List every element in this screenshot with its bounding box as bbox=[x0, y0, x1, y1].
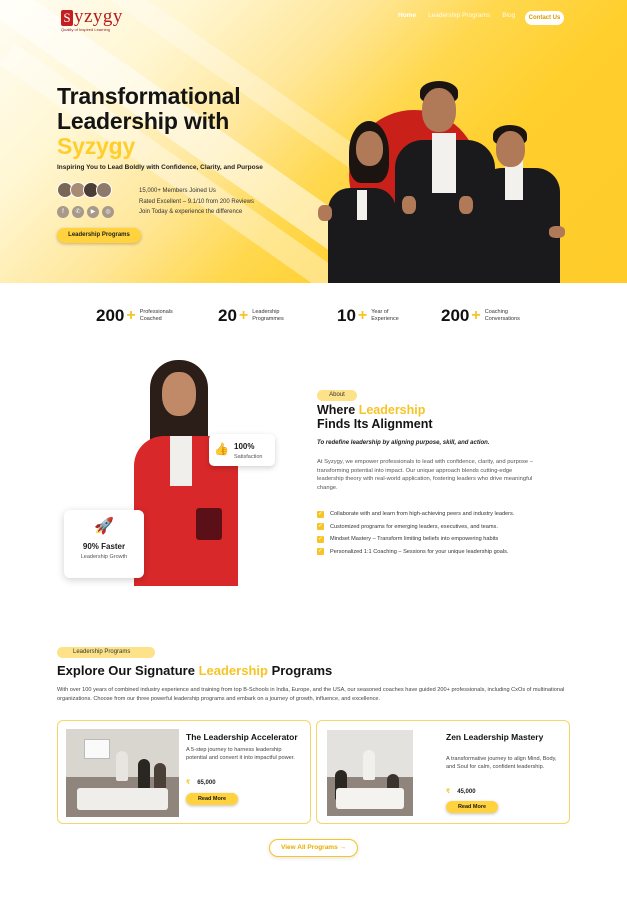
check-icon: ✓ bbox=[317, 535, 324, 543]
satisfaction-label: Satisfaction bbox=[234, 454, 263, 460]
coach-figure bbox=[459, 196, 473, 214]
coach-figure bbox=[356, 131, 383, 166]
hero-title-line1: Transformational bbox=[57, 83, 241, 109]
contact-button[interactable]: Contact Us bbox=[525, 11, 564, 25]
stat-label: Year of Experience bbox=[371, 309, 399, 322]
members-count: 15,000+ Members Joined Us bbox=[139, 188, 216, 194]
coach-figure bbox=[549, 226, 565, 238]
list-item: ✓ Customized programs for emerging leader… bbox=[317, 523, 498, 531]
check-icon: ✓ bbox=[317, 510, 324, 518]
program-description: A transformative journey to align Mind, … bbox=[446, 756, 557, 770]
coach-figure bbox=[422, 88, 456, 132]
about-pill: About bbox=[317, 390, 357, 401]
hero-title: Transformational Leadership with Syzygy bbox=[57, 83, 241, 159]
coach-figure bbox=[357, 190, 367, 220]
rupee-icon: ₹ bbox=[186, 780, 191, 786]
about-body: At Syzygy, we empower professionals to l… bbox=[317, 459, 533, 491]
logo-tagline: Quality of Inspired Learning bbox=[61, 27, 110, 32]
growth-value: 90% Faster bbox=[82, 542, 126, 551]
leadership-programs-button[interactable]: Leadership Programs bbox=[57, 228, 141, 243]
growth-card: 🚀 90% Faster Leadership Growth bbox=[64, 510, 144, 578]
about-checklist: ✓ Collaborate with and learn from high-ac… bbox=[317, 508, 514, 558]
programs-pill: Leadership Programs bbox=[57, 647, 155, 658]
stat-number: 10 bbox=[337, 306, 356, 325]
stat-number: 200 bbox=[96, 306, 125, 325]
nav-home[interactable]: Home bbox=[398, 12, 416, 19]
plus-icon: + bbox=[238, 307, 249, 324]
list-item: ✓ Collaborate with and learn from high-ac… bbox=[317, 510, 515, 518]
read-more-button[interactable]: Read More bbox=[186, 793, 238, 805]
brand-logo[interactable]: S yzygy bbox=[61, 6, 123, 27]
figure-folder bbox=[196, 508, 222, 540]
growth-label: Leadership Growth bbox=[80, 554, 128, 560]
hero-title-highlight: Syzygy bbox=[57, 133, 136, 159]
logo-mark: S bbox=[61, 10, 73, 26]
plus-icon: + bbox=[126, 307, 136, 324]
stat-item: 200 + Professionals Coached bbox=[96, 306, 173, 326]
check-icon: ✓ bbox=[317, 523, 324, 531]
stat-item: 200 + Coaching Conversations bbox=[441, 306, 520, 326]
stat-item: 20 + Leadership Programmes bbox=[218, 306, 284, 326]
programs-description: With over 100 years of combined industry… bbox=[57, 687, 565, 702]
program-title: The Leadership Accelerator bbox=[186, 732, 298, 742]
coach-figure bbox=[432, 133, 456, 193]
satisfaction-card: 👍 100% Satisfaction bbox=[209, 434, 275, 466]
about-lead: To redefine leadership by aligning purpo… bbox=[317, 440, 490, 446]
program-description: A 5-step journey to harness leadership p… bbox=[186, 747, 295, 761]
stat-number: 200 bbox=[441, 306, 470, 325]
stat-item: 10 + Year of Experience bbox=[337, 306, 399, 326]
logo-wordmark: yzygy bbox=[74, 6, 123, 27]
program-image bbox=[66, 729, 179, 817]
stat-label: Coaching Conversations bbox=[484, 309, 520, 322]
program-image bbox=[327, 730, 413, 816]
programs-title: Explore Our Signature Leadership Program… bbox=[57, 663, 333, 678]
nav-leadership-programs[interactable]: Leadership Programs bbox=[428, 12, 490, 19]
figure-face bbox=[162, 372, 196, 416]
join-text: Join Today & experience the difference bbox=[139, 209, 243, 215]
program-price: ₹65,000 bbox=[186, 780, 216, 786]
nav-blog[interactable]: Blog bbox=[502, 12, 515, 19]
hero-social-proof: 15,000+ Members Joined Us Rated Excellen… bbox=[139, 186, 254, 218]
youtube-icon[interactable]: ▶ bbox=[87, 206, 99, 218]
thumbs-up-icon: 👍 bbox=[214, 442, 229, 456]
program-price: ₹45,000 bbox=[446, 789, 476, 795]
coach-figure bbox=[318, 205, 332, 221]
stat-number: 20 bbox=[218, 306, 237, 325]
coach-figure bbox=[402, 196, 416, 214]
hero-title-line2: Leadership with bbox=[57, 108, 230, 134]
view-all-programs-button[interactable]: View All Programs → bbox=[269, 839, 358, 857]
plus-icon: + bbox=[471, 307, 481, 324]
hero-subtitle: Inspiring You to Lead Boldly with Confid… bbox=[57, 164, 263, 171]
satisfaction-value: 100% bbox=[234, 442, 255, 451]
list-item: ✓ Personalized 1:1 Coaching – Sessions fo… bbox=[317, 548, 509, 556]
coach-figure bbox=[496, 131, 525, 167]
stat-label: Professionals Coached bbox=[139, 309, 173, 322]
figure-shirt bbox=[170, 436, 192, 486]
social-links: f ✆ ▶ ◎ bbox=[57, 206, 114, 218]
stat-label: Leadership Programmes bbox=[252, 309, 284, 322]
about-title: Where Leadership Finds Its Alignment bbox=[317, 403, 433, 431]
check-icon: ✓ bbox=[317, 548, 324, 556]
read-more-button[interactable]: Read More bbox=[446, 801, 498, 813]
member-avatars bbox=[57, 182, 112, 198]
plus-icon: + bbox=[357, 307, 368, 324]
whatsapp-icon[interactable]: ✆ bbox=[72, 206, 84, 218]
main-nav: Home Leadership Programs Blog bbox=[398, 12, 515, 19]
avatar bbox=[96, 182, 112, 198]
instagram-icon[interactable]: ◎ bbox=[102, 206, 114, 218]
rating-text: Rated Excellent – 9.1/10 from 200 Review… bbox=[139, 198, 255, 205]
list-item: ✓ Mindset Mastery – Transform limiting be… bbox=[317, 535, 499, 543]
program-title: Zen Leadership Mastery bbox=[446, 732, 544, 742]
rocket-icon: 🚀 bbox=[94, 518, 114, 535]
program-card[interactable]: Zen Leadership Mastery A transformative … bbox=[316, 720, 570, 824]
rupee-icon: ₹ bbox=[446, 789, 451, 795]
program-card[interactable]: The Leadership Accelerator A 5-step jour… bbox=[57, 720, 311, 824]
facebook-icon[interactable]: f bbox=[57, 206, 69, 218]
hero-section: S yzygy Quality of Inspired Learning Hom… bbox=[0, 0, 627, 283]
about-woman-image bbox=[126, 360, 246, 586]
